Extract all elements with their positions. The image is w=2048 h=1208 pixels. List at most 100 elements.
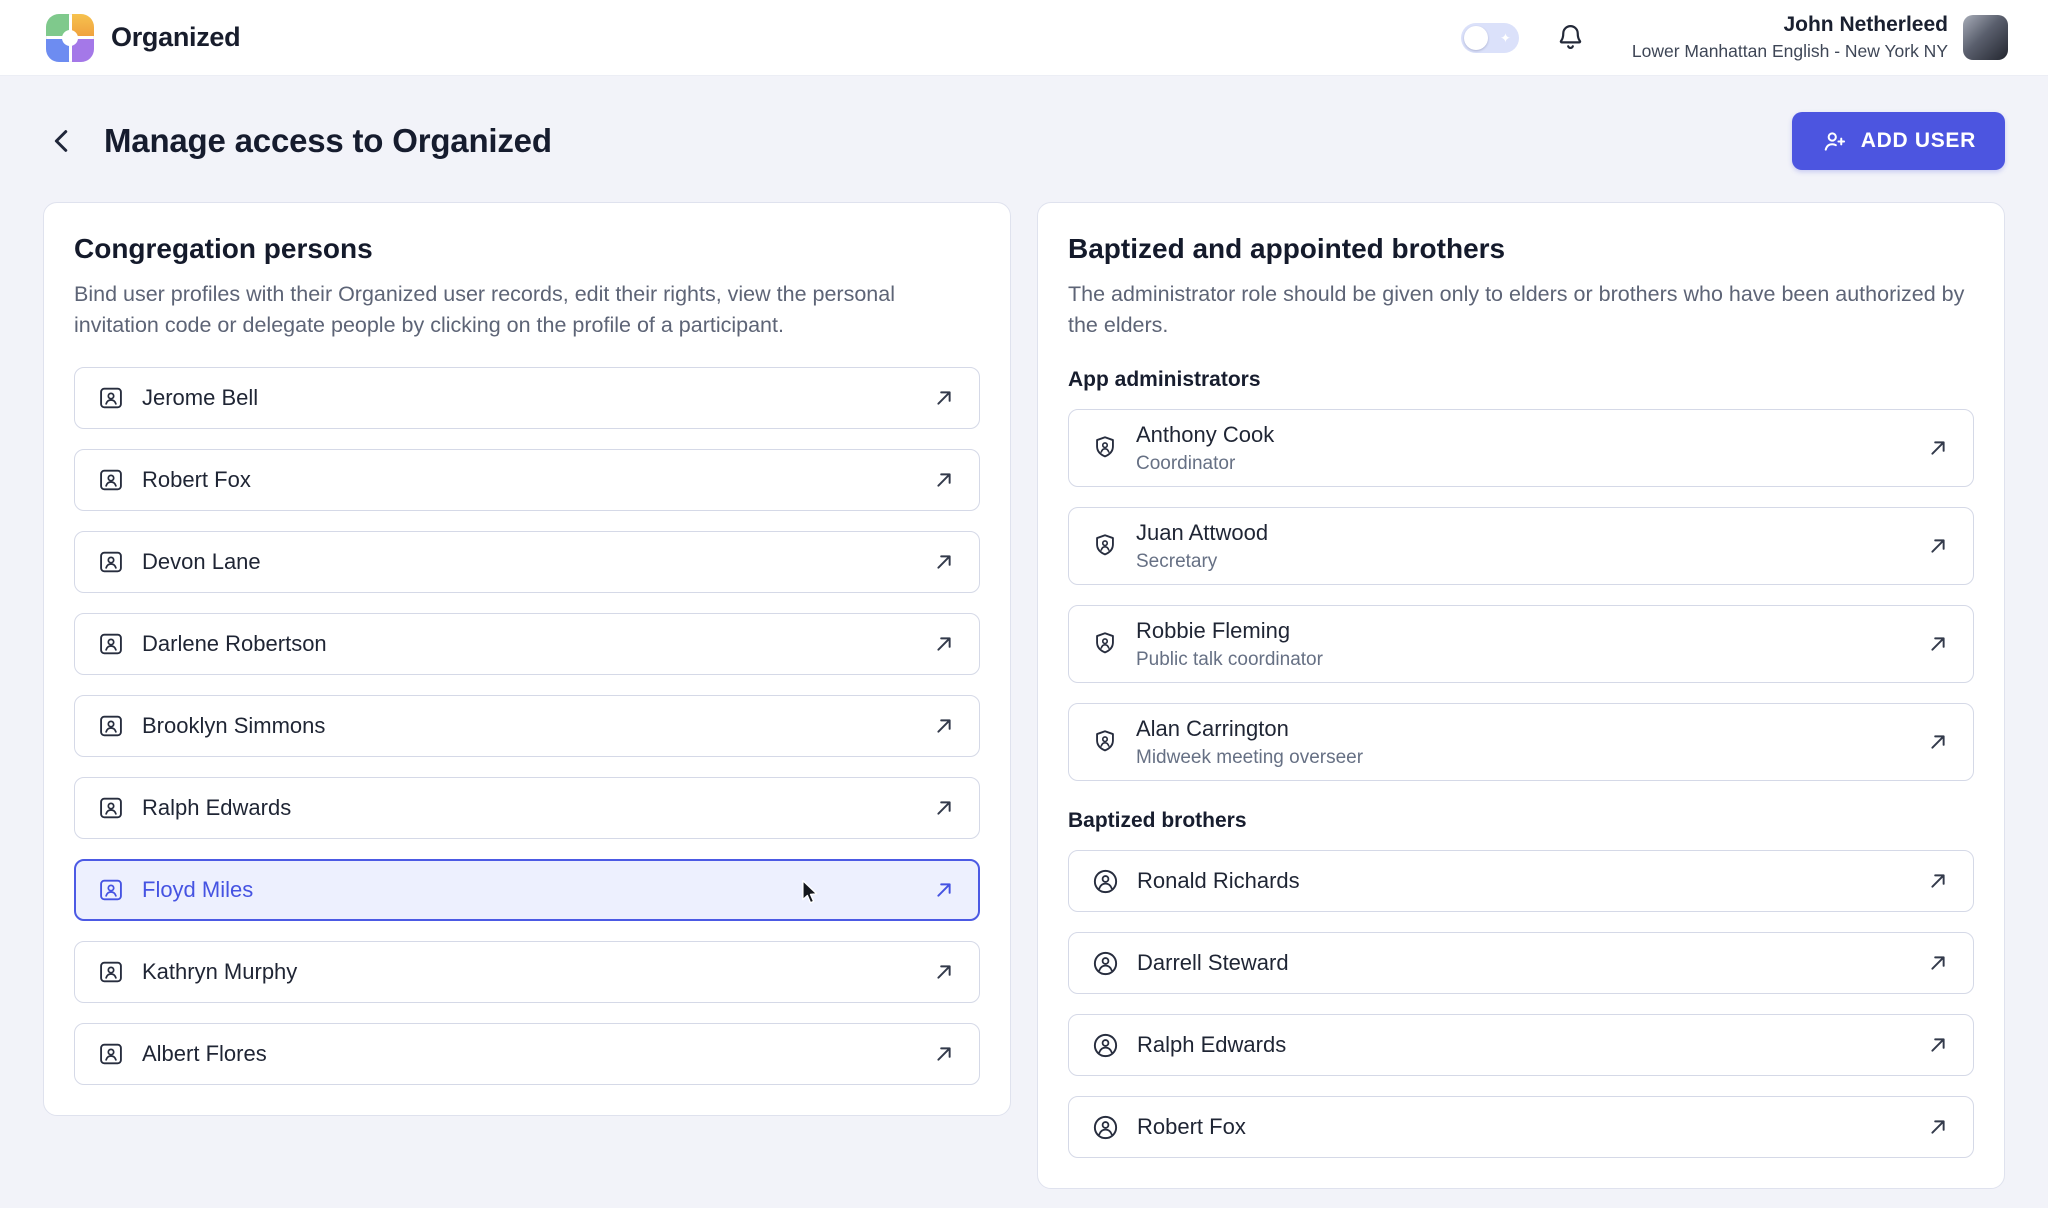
notifications-button[interactable] <box>1555 22 1586 53</box>
person-row[interactable]: Brooklyn Simmons <box>74 695 980 757</box>
user-name: John Netherleed <box>1632 13 1948 37</box>
admin-row[interactable]: Alan Carrington Midweek meeting overseer <box>1068 703 1974 781</box>
person-row[interactable]: Kathryn Murphy <box>74 941 980 1003</box>
admin-row[interactable]: Anthony Cook Coordinator <box>1068 409 1974 487</box>
card-title: Congregation persons <box>74 233 980 265</box>
page-header: Manage access to Organized ADD USER <box>43 112 2005 170</box>
contact-card-icon <box>97 1040 125 1068</box>
contact-card-icon <box>97 384 125 412</box>
chevron-left-icon <box>47 126 77 156</box>
open-profile-arrow-icon[interactable] <box>931 959 957 985</box>
theme-toggle[interactable]: ✦ <box>1461 23 1519 53</box>
open-profile-arrow-icon[interactable] <box>931 1041 957 1067</box>
person-row[interactable]: Devon Lane <box>74 531 980 593</box>
circle-user-icon <box>1091 949 1120 978</box>
brother-row[interactable]: Ralph Edwards <box>1068 1014 1974 1076</box>
contact-card-icon <box>97 794 125 822</box>
shield-user-icon <box>1091 434 1119 462</box>
person-row-selected[interactable]: Floyd Miles <box>74 859 980 921</box>
person-name: Albert Flores <box>142 1041 267 1067</box>
admin-name: Robbie Fleming <box>1136 618 1323 644</box>
open-profile-arrow-icon[interactable] <box>1925 729 1951 755</box>
open-profile-arrow-icon[interactable] <box>1925 950 1951 976</box>
sparkle-icon: ✦ <box>1500 31 1511 44</box>
contact-card-icon <box>97 466 125 494</box>
toggle-knob <box>1464 26 1488 50</box>
brother-name: Robert Fox <box>1137 1114 1246 1140</box>
admin-texts: Juan Attwood Secretary <box>1136 520 1268 572</box>
open-profile-arrow-icon[interactable] <box>1925 1032 1951 1058</box>
admin-role: Public talk coordinator <box>1136 649 1323 671</box>
person-row[interactable]: Ralph Edwards <box>74 777 980 839</box>
person-name: Floyd Miles <box>142 877 253 903</box>
user-menu[interactable]: John Netherleed Lower Manhattan English … <box>1632 13 2008 62</box>
open-profile-arrow-icon[interactable] <box>1925 435 1951 461</box>
card-description: The administrator role should be given o… <box>1068 279 1974 340</box>
open-profile-arrow-icon[interactable] <box>931 713 957 739</box>
person-name: Brooklyn Simmons <box>142 713 325 739</box>
avatar[interactable] <box>1963 15 2008 60</box>
persons-list: Jerome Bell Robert Fox Devon Lane Darlen… <box>74 367 980 1085</box>
admin-name: Juan Attwood <box>1136 520 1268 546</box>
open-profile-arrow-icon[interactable] <box>931 631 957 657</box>
baptized-brothers-card: Baptized and appointed brothers The admi… <box>1037 202 2005 1189</box>
brand-title: Organized <box>111 22 240 53</box>
circle-user-icon <box>1091 867 1120 896</box>
open-profile-arrow-icon[interactable] <box>931 385 957 411</box>
person-name: Devon Lane <box>142 549 261 575</box>
baptized-list: Ronald Richards Darrell Steward Ralph Ed… <box>1068 850 1974 1158</box>
shield-user-icon <box>1091 630 1119 658</box>
contact-card-icon <box>97 630 125 658</box>
topbar: Organized ✦ John Netherleed Lower Manhat… <box>0 0 2048 76</box>
person-row[interactable]: Darlene Robertson <box>74 613 980 675</box>
back-button[interactable] <box>43 122 81 160</box>
page: Manage access to Organized ADD USER Cong… <box>0 112 2048 1189</box>
open-profile-arrow-icon[interactable] <box>931 795 957 821</box>
person-row[interactable]: Jerome Bell <box>74 367 980 429</box>
congregation-persons-card: Congregation persons Bind user profiles … <box>43 202 1011 1116</box>
admin-texts: Anthony Cook Coordinator <box>1136 422 1274 474</box>
brother-name: Darrell Steward <box>1137 950 1289 976</box>
add-user-button[interactable]: ADD USER <box>1792 112 2005 170</box>
admin-texts: Robbie Fleming Public talk coordinator <box>1136 618 1323 670</box>
person-name: Jerome Bell <box>142 385 258 411</box>
person-name: Robert Fox <box>142 467 251 493</box>
bell-icon <box>1555 22 1586 53</box>
topbar-actions: ✦ John Netherleed Lower Manhattan Englis… <box>1461 13 2008 62</box>
person-name: Kathryn Murphy <box>142 959 297 985</box>
cards-container: Congregation persons Bind user profiles … <box>43 202 2005 1189</box>
brother-name: Ralph Edwards <box>1137 1032 1286 1058</box>
admin-name: Anthony Cook <box>1136 422 1274 448</box>
brother-row[interactable]: Ronald Richards <box>1068 850 1974 912</box>
contact-card-icon <box>97 958 125 986</box>
admin-name: Alan Carrington <box>1136 716 1363 742</box>
admin-row[interactable]: Robbie Fleming Public talk coordinator <box>1068 605 1974 683</box>
open-profile-arrow-icon[interactable] <box>931 549 957 575</box>
open-profile-arrow-icon[interactable] <box>1925 1114 1951 1140</box>
contact-card-icon <box>97 876 125 904</box>
open-profile-arrow-icon[interactable] <box>1925 868 1951 894</box>
section-label-app-administrators: App administrators <box>1068 368 1974 392</box>
brother-row[interactable]: Robert Fox <box>1068 1096 1974 1158</box>
card-description: Bind user profiles with their Organized … <box>74 279 980 340</box>
shield-user-icon <box>1091 728 1119 756</box>
admin-row[interactable]: Juan Attwood Secretary <box>1068 507 1974 585</box>
person-name: Darlene Robertson <box>142 631 327 657</box>
person-row[interactable]: Albert Flores <box>74 1023 980 1085</box>
admin-role: Coordinator <box>1136 453 1274 475</box>
user-texts: John Netherleed Lower Manhattan English … <box>1632 13 1948 62</box>
open-profile-arrow-icon[interactable] <box>931 877 957 903</box>
circle-user-icon <box>1091 1113 1120 1142</box>
brother-row[interactable]: Darrell Steward <box>1068 932 1974 994</box>
circle-user-icon <box>1091 1031 1120 1060</box>
organized-logo-icon <box>46 14 94 62</box>
open-profile-arrow-icon[interactable] <box>1925 631 1951 657</box>
person-name: Ralph Edwards <box>142 795 291 821</box>
section-label-baptized-brothers: Baptized brothers <box>1068 809 1974 833</box>
user-congregation: Lower Manhattan English - New York NY <box>1632 41 1948 62</box>
open-profile-arrow-icon[interactable] <box>1925 533 1951 559</box>
page-title: Manage access to Organized <box>104 122 552 160</box>
person-row[interactable]: Robert Fox <box>74 449 980 511</box>
open-profile-arrow-icon[interactable] <box>931 467 957 493</box>
brother-name: Ronald Richards <box>1137 868 1300 894</box>
